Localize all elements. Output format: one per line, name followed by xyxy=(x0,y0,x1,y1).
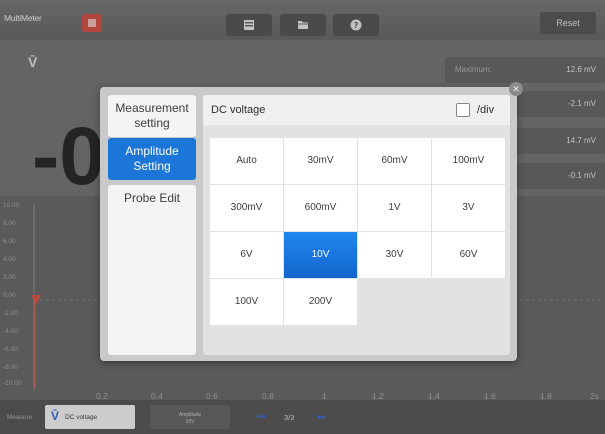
amplitude-option[interactable]: 3V xyxy=(432,185,505,231)
per-div-checkbox[interactable] xyxy=(456,103,470,117)
tab-label: Amplitude xyxy=(125,144,179,158)
tab-label: setting xyxy=(134,116,170,130)
panel-title: DC voltage xyxy=(211,104,266,116)
per-div-label: /div xyxy=(477,104,495,116)
amplitude-option[interactable]: 60V xyxy=(432,232,505,278)
amplitude-option[interactable]: 6V xyxy=(210,232,283,278)
close-icon: ✕ xyxy=(512,84,520,94)
amplitude-option[interactable]: 1V xyxy=(358,185,431,231)
amplitude-option-selected[interactable]: 10V xyxy=(284,232,357,278)
tab-label: Probe Edit xyxy=(123,191,181,205)
amplitude-option[interactable]: 60mV xyxy=(358,138,431,184)
amplitude-option[interactable]: 200V xyxy=(284,279,357,325)
settings-dialog: Measurement setting Amplitude Setting Pr… xyxy=(100,87,517,361)
amplitude-panel: DC voltage /div Auto 30mV 60mV 100mV 300… xyxy=(203,95,510,355)
amplitude-option[interactable]: 600mV xyxy=(284,185,357,231)
amplitude-option[interactable]: 100mV xyxy=(432,138,505,184)
amplitude-option[interactable]: 30mV xyxy=(284,138,357,184)
app-root: MultiMeter ? Reset V̄ -0 Maximum: 12.6 m… xyxy=(0,0,605,434)
tab-label: Setting xyxy=(133,159,171,173)
amplitude-option[interactable]: 30V xyxy=(358,232,431,278)
panel-header: DC voltage /div xyxy=(203,95,510,125)
amplitude-option[interactable]: Auto xyxy=(210,138,283,184)
tab-probe-edit[interactable]: Probe Edit xyxy=(108,186,196,212)
tab-amplitude-setting[interactable]: Amplitude Setting xyxy=(108,138,196,180)
close-dialog-button[interactable]: ✕ xyxy=(509,82,523,96)
amplitude-option[interactable]: 100V xyxy=(210,279,283,325)
tab-label: Measurement xyxy=(115,101,189,115)
amplitude-option[interactable]: 300mV xyxy=(210,185,283,231)
tab-measurement-setting[interactable]: Measurement setting xyxy=(108,95,196,137)
